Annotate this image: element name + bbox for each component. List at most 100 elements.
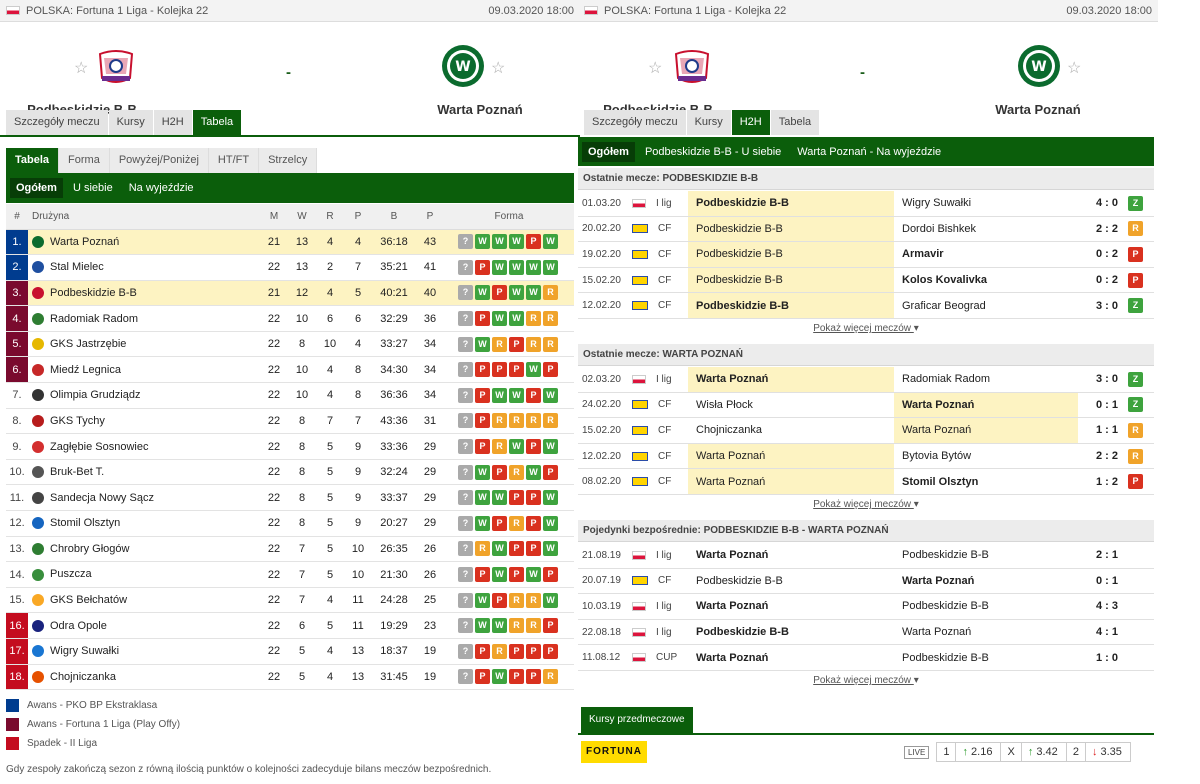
team-cell[interactable]: Puszcza [28,561,260,588]
away-team-cell[interactable]: Kolos Kovalivka [894,268,1078,293]
team-name[interactable]: Olimpia Grudziądz [50,389,140,401]
form-badge[interactable]: P [526,669,541,685]
form-badge[interactable]: R [492,439,507,455]
form-badge[interactable]: P [526,541,541,557]
odds-draw-button[interactable]: ↑ 3.42 [1020,742,1067,762]
form-badge[interactable]: ? [458,234,473,250]
form-badge[interactable]: W [526,285,541,301]
form-badge[interactable]: R [543,336,558,352]
form-badge[interactable]: P [475,643,490,659]
fortuna-logo[interactable]: FORTUNA [581,741,647,763]
form-badge[interactable]: ? [458,592,473,608]
form-badge[interactable]: W [543,259,558,275]
away-team-cell[interactable]: Warta Poznań [894,620,1078,645]
home-team-cell[interactable]: Podbeskidzie B-B [688,216,894,242]
form-badge[interactable]: ? [458,515,473,531]
form-badge[interactable]: W [492,234,507,250]
table-row[interactable]: 13. Chrobry Głogów 22 7 5 10 26:35 26? R W P P W [6,536,574,563]
team-cell[interactable]: GKS Tychy [28,408,260,435]
form-badge[interactable]: ? [458,541,473,557]
team-cell[interactable]: Sandecja Nowy Sącz [28,484,260,512]
away-team-cell[interactable]: Bytovia Bytów [894,444,1078,469]
form-badge[interactable]: P [475,387,490,403]
table-row[interactable]: 9. Zagłębie Sosnowiec 22 8 5 9 33:36 29? P R W P W [6,433,574,460]
col-rank[interactable]: # [6,204,28,230]
competition-cell[interactable]: CF [632,476,688,487]
team-name[interactable]: Wigry Suwałki [50,645,119,657]
filter-away[interactable]: Na wyjeździe [123,178,200,198]
col-losses[interactable]: P [344,204,372,230]
form-badge[interactable]: P [543,362,558,378]
subtab-over-under[interactable]: Powyżej/Poniżej [109,148,209,173]
form-badge[interactable]: ? [458,387,473,403]
form-badge[interactable]: P [509,669,524,685]
tab-h2h[interactable]: H2H [153,110,192,135]
team-name[interactable]: Radomiak Radom [50,313,138,325]
form-badge[interactable]: P [475,311,490,327]
competition-cell[interactable]: CF [632,275,688,286]
odds-home-button[interactable]: ↑ 2.16 [955,742,1002,762]
team-cell[interactable]: Stomil Olsztyn [28,510,260,537]
form-badge[interactable]: W [509,387,524,403]
form-badge[interactable]: W [475,285,490,301]
show-more-label[interactable]: Pokaż więcej meczów [813,323,911,334]
show-more-matches-link[interactable]: Pokaż więcej meczów ▾ [578,499,1154,510]
tab-prematch-odds[interactable]: Kursy przedmeczowe [581,707,693,733]
away-team-name[interactable]: Warta Poznań [390,102,570,117]
team-name[interactable]: Odra Opole [50,620,107,632]
col-draws[interactable]: R [316,204,344,230]
tab-odds[interactable]: Kursy [686,110,731,135]
form-badge[interactable]: P [543,464,558,480]
competition-cell[interactable]: CF [632,249,688,260]
form-badge[interactable]: W [526,567,541,583]
favorite-star-icon[interactable]: ☆ [74,58,88,78]
subtab-ht-ft[interactable]: HT/FT [208,148,260,173]
competition-cell[interactable]: CF [632,575,688,586]
match-row[interactable]: 08.02.20 CF Warta Poznań Stomil Olsztyn 1 : … [578,469,1154,495]
home-team-cell[interactable]: Podbeskidzie B-B [688,620,894,645]
form-badge[interactable]: P [543,567,558,583]
show-more-label[interactable]: Pokaż więcej meczów [813,499,911,510]
filter-overall[interactable]: Ogółem [582,141,635,162]
form-badge[interactable]: P [543,618,558,634]
match-row[interactable]: 22.08.18 I lig Podbeskidzie B-B Warta Pozna… [578,620,1154,646]
tab-odds[interactable]: Kursy [108,110,153,135]
match-row[interactable]: 21.08.19 I lig Warta Poznań Podbeskidzie B-… [578,543,1154,569]
form-badge[interactable]: R [475,541,490,557]
form-badge[interactable]: R [509,515,524,531]
home-team-cell[interactable]: Warta Poznań [688,543,894,568]
competition-cell[interactable]: CF [632,223,688,234]
form-badge[interactable]: P [526,490,541,506]
form-badge[interactable]: W [475,490,490,506]
form-badge[interactable]: ? [458,285,473,301]
form-badge[interactable]: W [543,387,558,403]
show-more-matches-link[interactable]: Pokaż więcej meczów ▾ [578,675,1154,686]
team-name[interactable]: Chrobry Głogów [50,543,129,555]
col-points[interactable]: P [416,204,444,230]
home-team-cell[interactable]: Podbeskidzie B-B [688,569,894,594]
form-badge[interactable]: W [509,259,524,275]
tab-h2h[interactable]: H2H [731,110,770,135]
form-badge[interactable]: W [475,515,490,531]
match-row[interactable]: 01.03.20 I lig Podbeskidzie B-B Wigry Suwał… [578,191,1154,217]
team-cell[interactable]: Olimpia Grudziądz [28,382,260,409]
form-badge[interactable]: R [526,618,541,634]
form-badge[interactable]: W [475,592,490,608]
form-badge[interactable]: P [543,643,558,659]
home-team-cell[interactable]: Warta Poznań [688,443,894,469]
match-row[interactable]: 12.02.20 CF Warta Poznań Bytovia Bytów 2 : 2… [578,443,1154,470]
form-badge[interactable]: W [492,567,507,583]
form-badge[interactable]: W [475,234,490,250]
form-badge[interactable]: P [509,541,524,557]
form-badge[interactable]: R [543,669,558,685]
competition-cell[interactable]: CF [632,425,688,436]
form-badge[interactable]: W [543,515,558,531]
away-team-cell[interactable]: Stomil Olsztyn [894,469,1078,494]
form-badge[interactable]: R [492,413,507,429]
tab-match-details[interactable]: Szczegóły meczu [584,110,686,135]
form-badge[interactable]: W [492,669,507,685]
show-more-matches-link[interactable]: Pokaż więcej meczów ▾ [578,323,1154,334]
form-badge[interactable]: P [509,362,524,378]
subtab-scorers[interactable]: Strzelcy [259,148,318,173]
form-badge[interactable]: W [492,387,507,403]
